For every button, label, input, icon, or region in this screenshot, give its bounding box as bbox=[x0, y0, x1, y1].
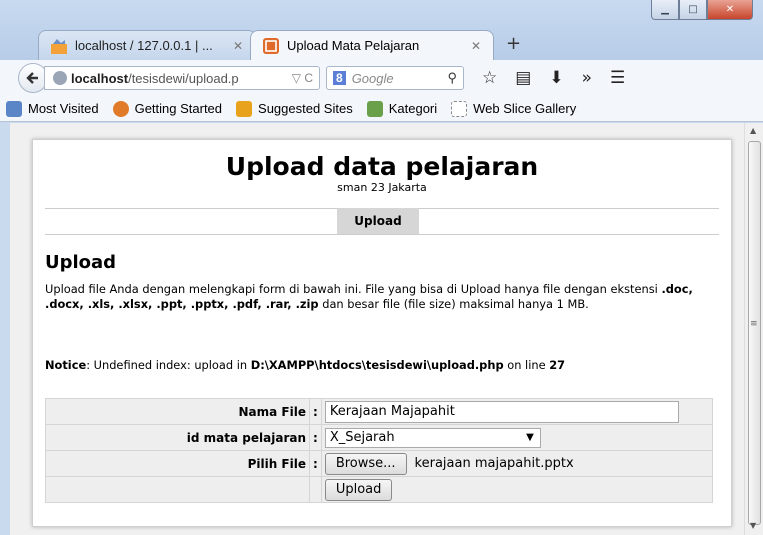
separator: : bbox=[309, 398, 322, 425]
tab-phpmyadmin[interactable]: localhost / 127.0.0.1 | ... ✕ bbox=[38, 30, 256, 60]
search-icon[interactable]: ⚲ bbox=[447, 70, 457, 86]
php-notice: Notice: Undefined index: upload in D:\XA… bbox=[45, 358, 566, 372]
navigation-bar: localhost/tesisdewi/upload.p ▽ C 8 Googl… bbox=[0, 60, 763, 96]
bookmark-label: Suggested Sites bbox=[258, 101, 353, 116]
bookmark-label: Getting Started bbox=[134, 101, 223, 116]
separator: : bbox=[309, 450, 322, 477]
upload-description: Upload file Anda dengan melengkapi form … bbox=[45, 282, 693, 311]
close-window-button[interactable]: ✕ bbox=[707, 0, 753, 20]
scroll-down-icon[interactable]: ▼ bbox=[750, 521, 756, 530]
bookmark-most-visited[interactable]: Most Visited bbox=[6, 100, 99, 117]
search-placeholder: Google bbox=[351, 70, 394, 86]
bookmark-label: Kategori bbox=[388, 101, 438, 116]
nama-file-label: Nama File bbox=[45, 398, 310, 425]
nama-file-input[interactable]: Kerajaan Majapahit bbox=[324, 400, 679, 423]
url-host: localhost bbox=[71, 70, 129, 86]
form-row-pilih-file: Pilih File : Browse... kerajaan majapahit… bbox=[45, 450, 714, 477]
suggested-sites-icon bbox=[236, 100, 253, 117]
maximize-button[interactable]: □ bbox=[679, 0, 707, 20]
browse-button[interactable]: Browse... bbox=[324, 452, 407, 475]
selected-file-name: kerajaan majapahit.pptx bbox=[414, 456, 574, 471]
pilih-file-label: Pilih File bbox=[45, 450, 310, 477]
globe-icon bbox=[53, 71, 67, 85]
upload-submit-button[interactable]: Upload bbox=[324, 478, 393, 501]
page-favicon-icon bbox=[263, 37, 279, 54]
content-panel: Upload data pelajaran sman 23 Jakarta Up… bbox=[32, 139, 732, 527]
mapel-label: id mata pelajaran bbox=[45, 424, 310, 451]
bookmark-web-slice-gallery[interactable]: Web Slice Gallery bbox=[451, 100, 577, 117]
search-bar[interactable]: 8 Google ⚲ bbox=[326, 66, 464, 90]
tab-upload-mata-pelajaran[interactable]: Upload Mata Pelajaran ✕ bbox=[250, 30, 494, 60]
menu-divider-bottom bbox=[45, 234, 719, 235]
search-engine-icon[interactable]: 8 bbox=[333, 71, 346, 85]
vertical-scrollbar[interactable]: ▲ ≡ ▼ bbox=[744, 123, 763, 535]
bookmark-suggested-sites[interactable]: Suggested Sites bbox=[236, 100, 353, 117]
menu-item-upload[interactable]: Upload bbox=[337, 208, 419, 234]
form-row-nama-file: Nama File : Kerajaan Majapahit bbox=[45, 398, 714, 425]
form-row-mapel: id mata pelajaran : X_Sejarah ▼ bbox=[45, 424, 714, 451]
reading-list-icon[interactable]: ▤ bbox=[515, 68, 531, 88]
overflow-chevron-icon[interactable]: » bbox=[582, 68, 592, 88]
tab-strip: localhost / 127.0.0.1 | ... ✕ Upload Mat… bbox=[38, 26, 521, 60]
upload-form: Nama File : Kerajaan Majapahit id mata p… bbox=[45, 398, 714, 503]
tab-close-icon[interactable]: ✕ bbox=[233, 39, 243, 53]
bookmarks-toolbar: Most Visited Getting Started Suggested S… bbox=[0, 96, 763, 122]
scroll-up-icon[interactable]: ▲ bbox=[750, 126, 756, 135]
page-subtitle: sman 23 Jakarta bbox=[337, 181, 427, 194]
tab-label: Upload Mata Pelajaran bbox=[287, 38, 420, 53]
bookmark-getting-started[interactable]: Getting Started bbox=[112, 100, 223, 117]
new-tab-button[interactable]: + bbox=[506, 33, 521, 60]
page-viewport: Upload data pelajaran sman 23 Jakarta Up… bbox=[10, 123, 744, 535]
download-icon[interactable]: ⬇ bbox=[549, 68, 563, 88]
section-heading: Upload bbox=[45, 252, 117, 273]
mapel-select[interactable]: X_Sejarah ▼ bbox=[324, 427, 541, 448]
bookmark-label: Web Slice Gallery bbox=[473, 101, 577, 116]
reload-icon[interactable]: ▽ C bbox=[292, 71, 319, 85]
separator: : bbox=[309, 424, 322, 451]
bookmark-star-icon[interactable]: ☆ bbox=[482, 68, 497, 88]
url-path: /tesisdewi/upload.p bbox=[128, 70, 239, 86]
back-arrow-icon bbox=[26, 72, 38, 84]
window-controls: ▁ □ ✕ bbox=[651, 0, 753, 22]
scroll-grip-icon: ≡ bbox=[750, 319, 758, 329]
scrollbar-thumb[interactable] bbox=[748, 141, 761, 525]
most-visited-icon bbox=[6, 100, 22, 117]
kategori-icon bbox=[366, 100, 383, 117]
bookmark-kategori[interactable]: Kategori bbox=[366, 100, 438, 117]
bookmark-label: Most Visited bbox=[28, 101, 99, 116]
menu-icon[interactable]: ☰ bbox=[610, 68, 625, 88]
web-slice-icon bbox=[451, 100, 468, 117]
form-row-submit: Upload bbox=[45, 476, 714, 503]
chevron-down-icon: ▼ bbox=[526, 432, 534, 443]
minimize-button[interactable]: ▁ bbox=[651, 0, 679, 20]
tab-close-icon[interactable]: ✕ bbox=[471, 39, 481, 53]
phpmyadmin-icon bbox=[51, 38, 67, 54]
url-bar[interactable]: localhost/tesisdewi/upload.p ▽ C bbox=[44, 66, 320, 90]
page-title: Upload data pelajaran bbox=[225, 152, 539, 181]
tab-label: localhost / 127.0.0.1 | ... bbox=[75, 38, 213, 53]
firefox-icon bbox=[112, 100, 129, 117]
